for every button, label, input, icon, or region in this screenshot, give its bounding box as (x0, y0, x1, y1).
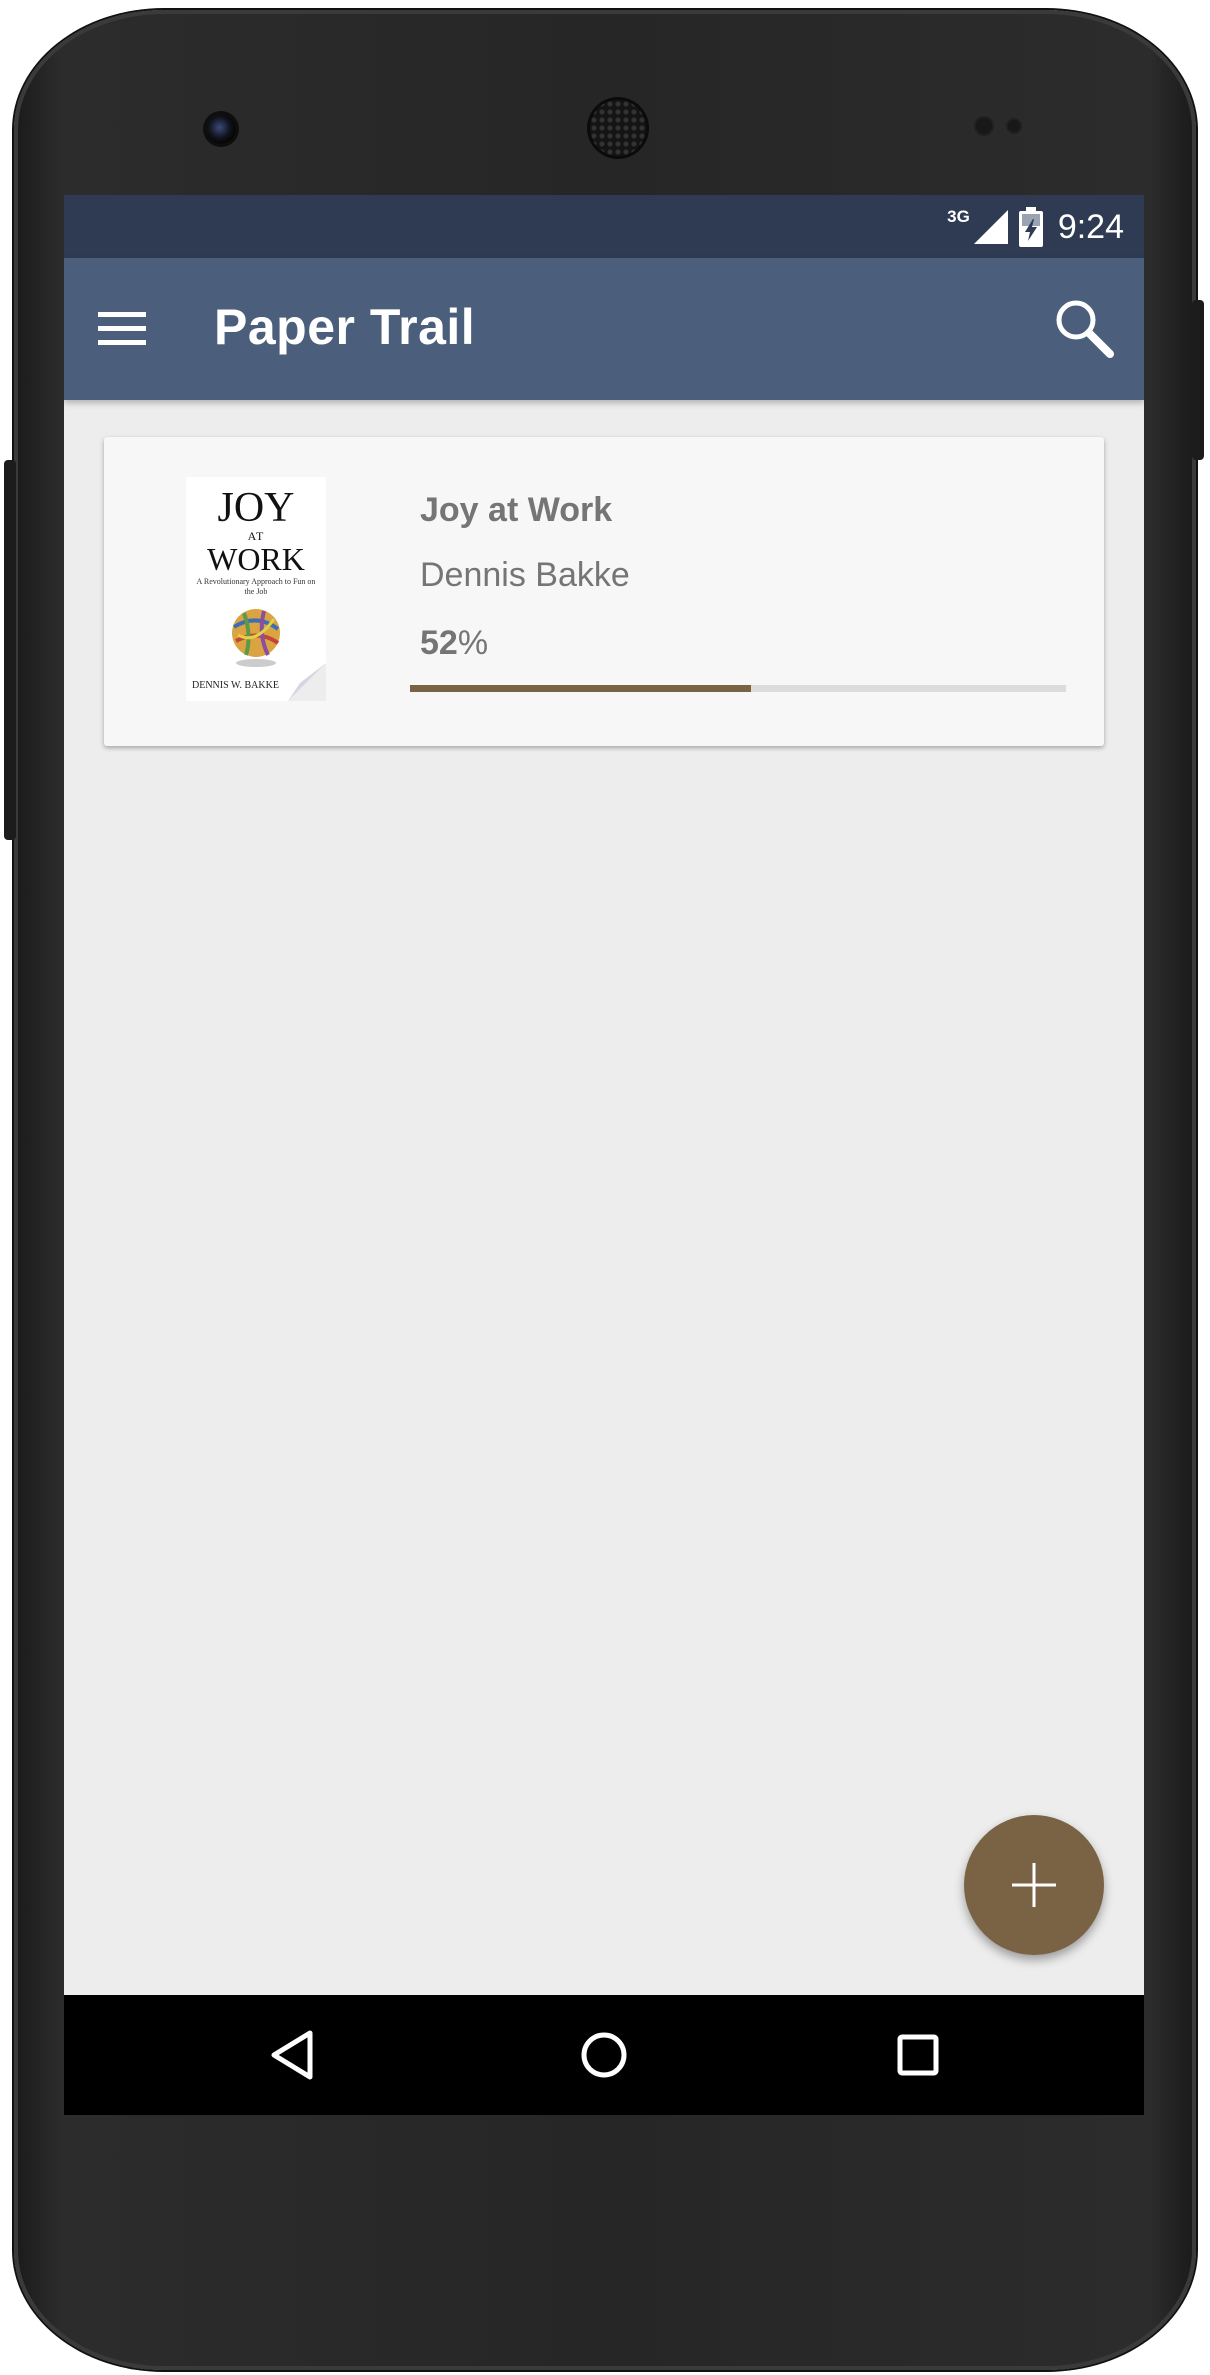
app-title: Paper Trail (214, 299, 476, 355)
signal-icon (973, 210, 1008, 244)
back-triangle-icon[interactable] (264, 2025, 324, 2085)
power-button (1192, 300, 1204, 460)
book-card[interactable]: JOY AT WORK A Revolutionary Approach to … (104, 437, 1104, 746)
page-curl-icon (288, 663, 326, 701)
book-author: Dennis Bakke (420, 556, 630, 594)
network-type-label: 3G (947, 207, 970, 226)
cover-title: JOY AT WORK (207, 485, 305, 577)
light-sensor (1008, 120, 1020, 132)
status-icons: 3G 9:24 (947, 205, 1124, 249)
search-icon[interactable] (1052, 296, 1116, 360)
rubber-band-ball-illustration (232, 609, 280, 667)
reading-progress-fill (410, 685, 752, 692)
add-book-button[interactable] (964, 1815, 1104, 1955)
book-cover-image: JOY AT WORK A Revolutionary Approach to … (186, 477, 326, 701)
front-camera (206, 114, 236, 144)
progress-number: 52 (420, 624, 458, 662)
app-toolbar: Paper Trail (64, 258, 1144, 400)
proximity-sensor (976, 118, 992, 134)
hamburger-menu-icon[interactable] (94, 300, 150, 356)
cover-author: DENNIS W. BAKKE (192, 680, 279, 691)
cover-subtitle: A Revolutionary Approach to Fun on the J… (196, 577, 316, 596)
reading-progress-percent: 52% (420, 624, 488, 663)
battery-charging-icon (1018, 207, 1043, 247)
volume-button (4, 460, 16, 840)
system-navigation-bar (64, 1995, 1144, 2115)
add-icon (1012, 1863, 1056, 1907)
book-title: Joy at Work (420, 491, 613, 529)
status-time: 9:24 (1057, 207, 1124, 246)
status-bar: 3G 9:24 (64, 195, 1144, 258)
reading-progress-bar (410, 685, 1066, 692)
home-circle-icon[interactable] (574, 2025, 634, 2085)
app-screen: 3G 9:24 Paper Trail JOY AT WORK A Revolu… (64, 195, 1144, 2115)
recents-square-icon[interactable] (888, 2025, 948, 2085)
earpiece-speaker (590, 100, 646, 156)
progress-unit: % (457, 624, 489, 662)
